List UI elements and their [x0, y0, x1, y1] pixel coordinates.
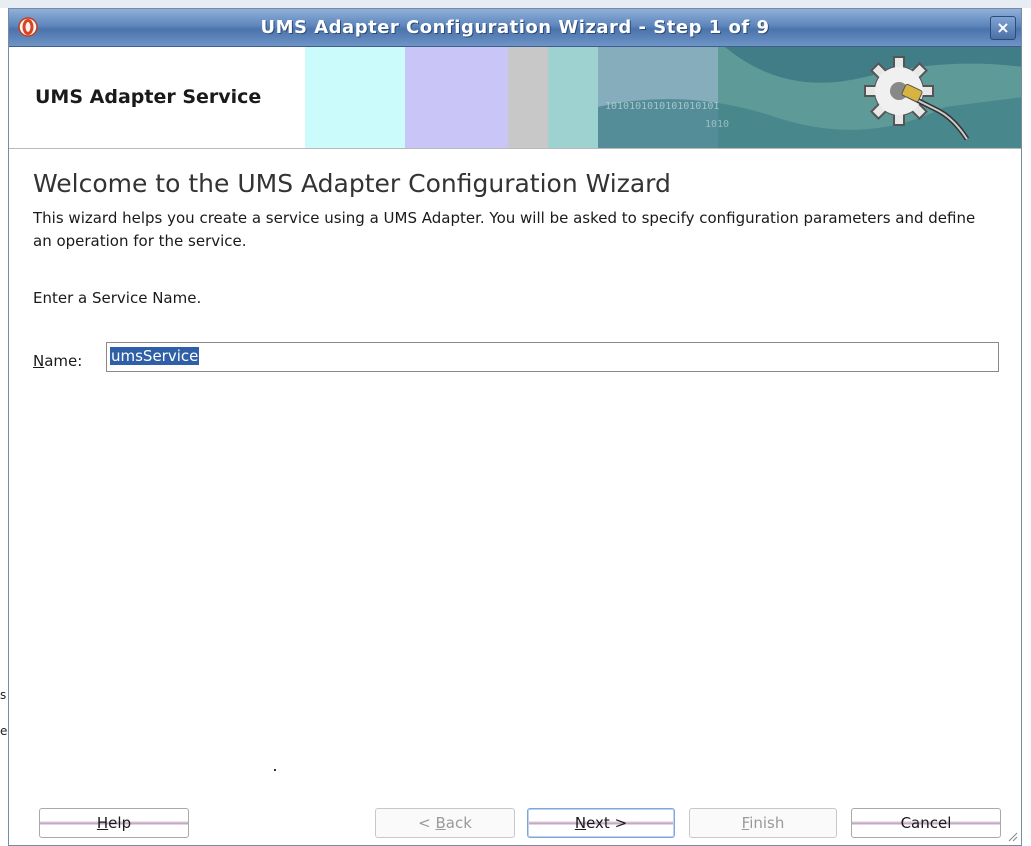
- gear-plug-icon: [864, 56, 969, 141]
- finish-label: inish: [749, 814, 785, 832]
- name-label: Name:: [33, 352, 82, 370]
- background-text-fragment: s: [0, 688, 7, 702]
- name-label-mnemonic: N: [33, 352, 45, 370]
- name-label-text: ame:: [44, 352, 83, 370]
- close-button[interactable]: ×: [990, 16, 1016, 40]
- back-mnemonic: B: [435, 814, 446, 832]
- stray-dot: [274, 769, 276, 771]
- wizard-header: UMS Adapter Service 1010101010101010101 …: [9, 47, 1021, 149]
- next-label: ext >: [586, 814, 628, 832]
- welcome-heading: Welcome to the UMS Adapter Configuration…: [33, 169, 671, 198]
- wizard-description: This wizard helps you create a service u…: [33, 209, 976, 250]
- back-label: ack: [445, 814, 472, 832]
- cancel-button[interactable]: Cancel: [851, 808, 1001, 838]
- window-title: UMS Adapter Configuration Wizard - Step …: [260, 17, 770, 38]
- next-button[interactable]: Next >: [527, 808, 675, 838]
- service-name-prompt: Enter a Service Name.: [33, 289, 202, 307]
- resize-grip-icon[interactable]: [1006, 830, 1018, 842]
- help-button[interactable]: Help: [39, 808, 189, 838]
- back-prefix: <: [418, 814, 436, 832]
- header-title: UMS Adapter Service: [35, 86, 262, 108]
- wizard-dialog: UMS Adapter Configuration Wizard - Step …: [8, 8, 1022, 846]
- next-mnemonic: N: [574, 814, 587, 832]
- title-bar[interactable]: UMS Adapter Configuration Wizard - Step …: [9, 9, 1021, 47]
- background-window-strip: [0, 0, 1031, 8]
- back-button[interactable]: < Back: [375, 808, 515, 838]
- service-name-input[interactable]: umsService: [106, 342, 999, 372]
- help-mnemonic: H: [96, 814, 109, 832]
- svg-text:1010101010101010101: 1010101010101010101: [605, 101, 719, 112]
- service-name-value: umsService: [110, 347, 200, 365]
- background-text-fragment: e: [0, 724, 8, 738]
- help-label: elp: [108, 814, 132, 832]
- svg-text:1010: 1010: [705, 119, 729, 130]
- close-icon: ×: [996, 18, 1010, 37]
- finish-button[interactable]: Finish: [689, 808, 837, 838]
